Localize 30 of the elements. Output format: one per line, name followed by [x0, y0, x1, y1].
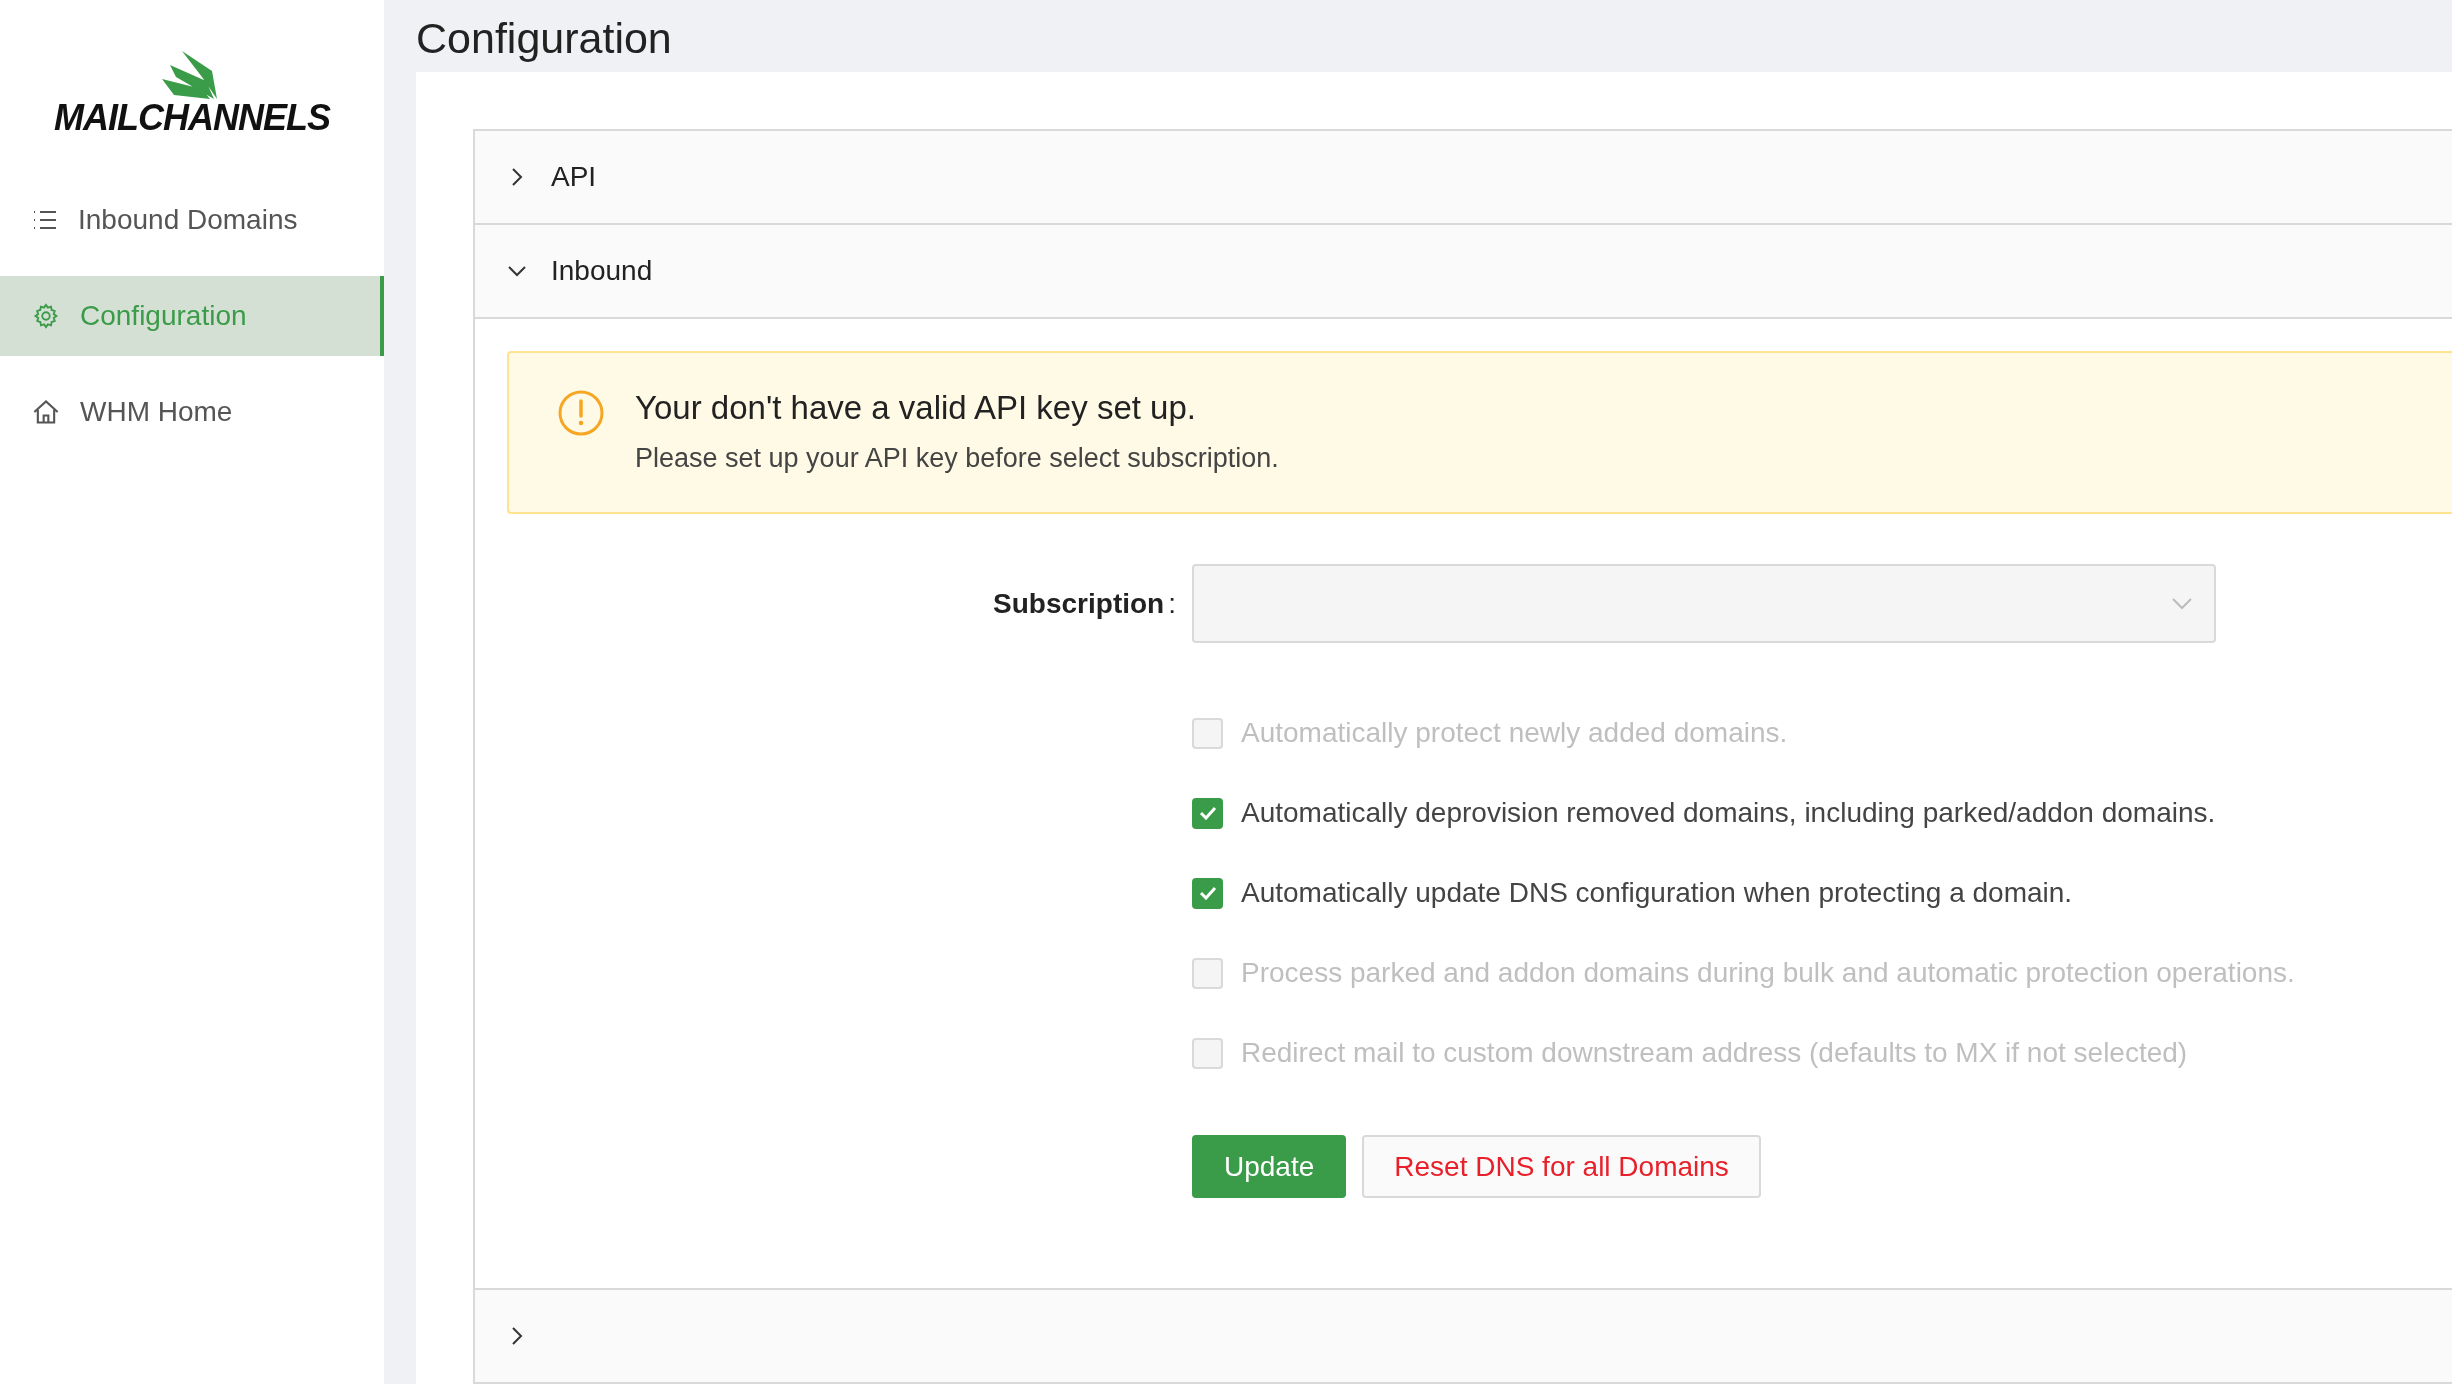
alert-title: Your don't have a valid API key set up. — [635, 389, 1197, 427]
panel-header[interactable]: API — [475, 131, 2452, 225]
check-icon — [1198, 806, 1217, 820]
subscription-select[interactable] — [1192, 564, 2216, 643]
caret-icon — [2172, 597, 2192, 610]
checkbox-label: Automatically deprovision removed domains, including parked/addon domains. — [1241, 797, 2216, 829]
sidebar-item[interactable]: Inbound Domains — [0, 180, 384, 260]
checkbox-label: Automatically protect newly added domains. — [1241, 717, 1788, 749]
checkbox[interactable] — [1192, 797, 1223, 829]
settings-icon — [32, 302, 60, 330]
label-colon: : — [1168, 587, 1176, 620]
update-button[interactable]: Update — [1192, 1135, 1347, 1198]
page-title: Configuration — [416, 12, 673, 64]
field-label: Subscription — [993, 587, 1165, 620]
checkbox-label: Automatically update DNS configuration when protecting a domain. — [1241, 877, 2073, 909]
check-icon — [1198, 886, 1217, 900]
panel-title: API — [551, 161, 597, 193]
alert-message: Please set up your API key before select subscription. — [635, 443, 1279, 474]
panel-header[interactable] — [475, 1290, 2452, 1384]
sidebar-item[interactable]: WHM Home — [0, 372, 384, 452]
panel-title: Inbound — [551, 255, 653, 287]
checkbox-label: Redirect mail to custom downstream address (defaults to MX if not selected) — [1241, 1037, 2188, 1069]
reset-button[interactable]: Reset DNS for all Domains — [1362, 1135, 1761, 1198]
list-icon — [32, 209, 58, 231]
checkbox[interactable] — [1192, 877, 1223, 909]
panel-header[interactable]: Inbound — [475, 225, 2452, 319]
checkbox-label: Process parked and addon domains during bulk and automatic protection operations. — [1241, 957, 2295, 989]
brand-logo: MAILCHANNELS — [54, 97, 330, 139]
warning-icon — [557, 389, 605, 437]
home-icon — [32, 398, 60, 426]
